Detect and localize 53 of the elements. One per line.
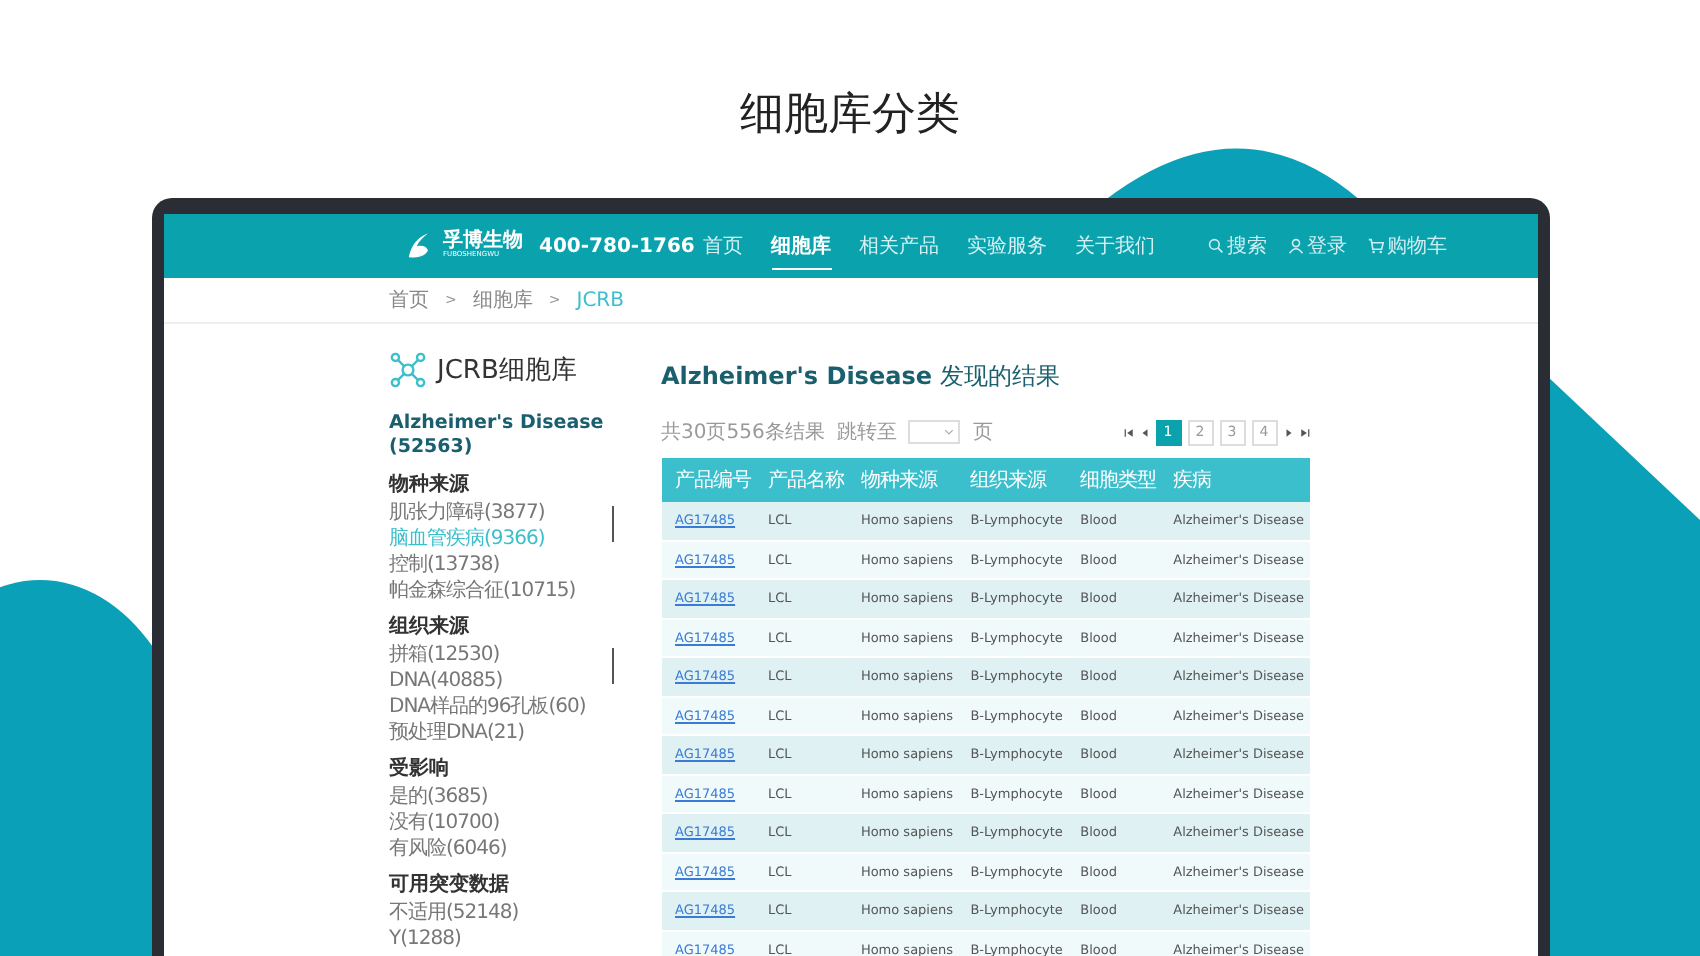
column-header: 疾病 <box>1159 458 1309 502</box>
header-link[interactable]: 搜索 <box>1207 232 1267 260</box>
scrollbar-thumb[interactable] <box>611 647 613 684</box>
filter-item[interactable]: 没有(10700) <box>389 809 613 836</box>
header-link[interactable]: 购物车 <box>1367 232 1447 260</box>
disease-heading: Alzheimer's Disease (52563) <box>389 412 606 462</box>
filter-item[interactable]: 控制(13738) <box>389 551 611 578</box>
nav-link[interactable]: 首页 <box>703 223 743 269</box>
filter-group-title: 可用突变数据 <box>389 871 511 900</box>
nav-link[interactable]: 关于我们 <box>1075 223 1155 269</box>
phone-number: 400-780-1766 <box>539 235 695 257</box>
column-header: 组织来源 <box>956 458 1067 502</box>
filter-item[interactable]: 预处理DNA(21) <box>389 719 611 746</box>
breadcrumb-link[interactable]: 首页 <box>389 286 429 314</box>
filter-item[interactable]: DNA样品的96孔板(60) <box>389 693 611 720</box>
page-unit: 页 <box>972 420 993 446</box>
caret-icon <box>944 428 955 436</box>
column-header: 细胞类型 <box>1066 458 1160 502</box>
results-title: Alzheimer's Disease 发现的结果 <box>661 360 1062 394</box>
breadcrumb-link[interactable]: JCRB <box>576 289 624 311</box>
filter-item[interactable]: 帕金森综合征(10715) <box>389 577 611 604</box>
search-icon <box>1207 238 1223 254</box>
filter-item[interactable]: 肌张力障碍(3877) <box>389 499 611 526</box>
previous-page-icon[interactable] <box>1139 427 1149 437</box>
column-header: 产品编号 <box>661 458 754 502</box>
column-header: 物种来源 <box>846 458 957 502</box>
sidebar-title: JCRB细胞库 <box>437 354 577 388</box>
first-page-icon[interactable] <box>1123 427 1133 437</box>
page-title: 细胞库分类 <box>740 88 960 144</box>
filter-item[interactable]: 拼箱(12530) <box>389 641 611 668</box>
nav-link[interactable]: 相关产品 <box>859 223 939 269</box>
next-page-icon[interactable] <box>1283 427 1293 437</box>
filter-item[interactable]: DNA(40885) <box>389 667 611 694</box>
filter-group-title: 受影响 <box>389 755 451 784</box>
filter-item[interactable]: 不适用(52148) <box>389 899 613 926</box>
results-summary: 共30页556条结果 <box>661 419 825 446</box>
header-link[interactable]: 登录 <box>1287 232 1347 260</box>
molecule-icon <box>389 352 425 388</box>
filter-group-title: 物种来源 <box>389 471 471 500</box>
jump-label: 跳转至 <box>836 419 897 446</box>
filter-item[interactable]: 有风险(6046) <box>389 835 613 862</box>
breadcrumb-link[interactable]: 细胞库 <box>472 286 533 314</box>
column-header: 产品名称 <box>753 458 847 502</box>
last-page-icon[interactable] <box>1299 427 1309 437</box>
filter-item[interactable]: Y(1288) <box>389 925 613 952</box>
filter-group-title: 组织来源 <box>389 613 471 642</box>
filter-item[interactable]: 是的(3685) <box>389 783 613 810</box>
cart-icon <box>1367 238 1383 254</box>
user-icon <box>1287 238 1303 254</box>
nav-link[interactable]: 细胞库 <box>771 223 831 269</box>
nav-link[interactable]: 实验服务 <box>967 223 1047 269</box>
filter-item[interactable]: 脑血管疾病(9366) <box>389 525 611 552</box>
scrollbar-thumb[interactable] <box>611 505 613 542</box>
